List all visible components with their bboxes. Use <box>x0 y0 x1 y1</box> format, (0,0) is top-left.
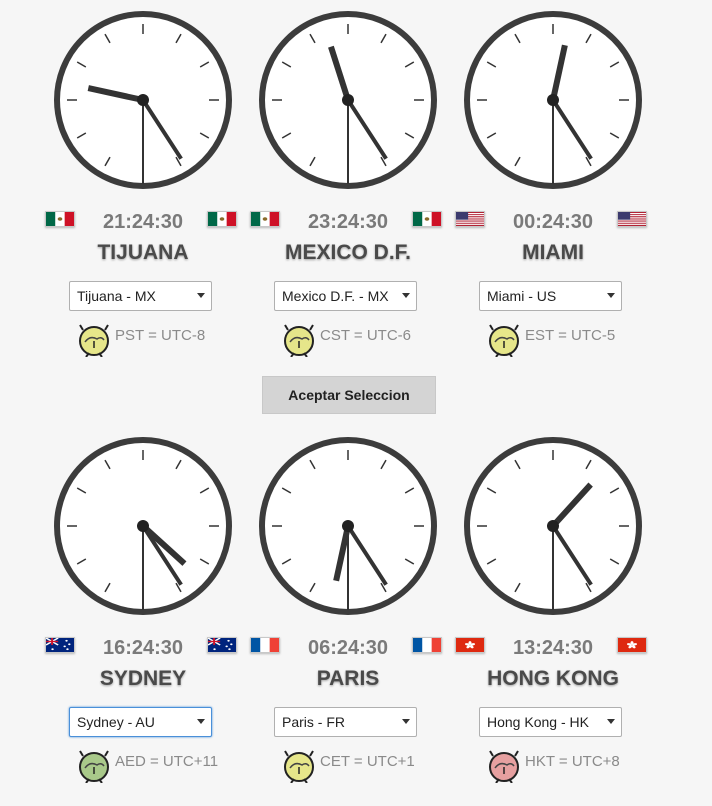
clock-center <box>342 520 354 532</box>
city-select-value: Sydney - AU <box>77 714 155 730</box>
city-select-value: Mexico D.F. - MX <box>282 288 389 304</box>
city-select-value: Hong Kong - HK <box>487 714 589 730</box>
flag-icon <box>412 211 442 227</box>
clock-center <box>547 94 559 106</box>
city-select[interactable]: Mexico D.F. - MX <box>274 281 417 311</box>
analog-clock <box>464 11 642 189</box>
clocks-row-bottom: 16:24:30 SYDNEY Sydney - AU AED = UTC+11… <box>0 426 712 806</box>
clock-card-miami: 00:24:30 MIAMI Miami - US EST = UTC-5 <box>455 0 666 380</box>
timezone-icon <box>79 750 109 783</box>
city-name: PARIS <box>316 667 380 690</box>
city-name: SYDNEY <box>99 667 187 690</box>
chevron-down-icon <box>402 719 410 724</box>
flag-icon <box>207 211 237 227</box>
city-name: TIJUANA <box>97 241 189 264</box>
timezone-label: CET = UTC+1 <box>320 753 415 770</box>
timezone-label: CST = UTC-6 <box>320 327 411 344</box>
timezone-icon <box>79 324 109 357</box>
chevron-down-icon <box>197 719 205 724</box>
clock-center <box>137 520 149 532</box>
timezone-icon <box>284 750 314 783</box>
chevron-down-icon <box>197 293 205 298</box>
timezone-icon <box>284 324 314 357</box>
analog-clock <box>54 11 232 189</box>
analog-clock <box>54 437 232 615</box>
clock-card-paris: 06:24:30 PARIS Paris - FR CET = UTC+1 <box>250 426 461 806</box>
analog-clock <box>464 437 642 615</box>
analog-clock <box>259 11 437 189</box>
clock-card-tijuana: 21:24:30 TIJUANA Tijuana - MX PST = UTC-… <box>45 0 256 380</box>
mexico-flag-icon <box>208 212 236 226</box>
mexico-flag-icon <box>413 212 441 226</box>
clock-center <box>137 94 149 106</box>
chevron-down-icon <box>402 293 410 298</box>
city-name: HONG KONG <box>487 667 619 690</box>
clock-card-mexico-df: 23:24:30 MEXICO D.F. Mexico D.F. - MX CS… <box>250 0 461 380</box>
analog-clock <box>259 437 437 615</box>
hongkong-flag-icon <box>618 638 646 652</box>
clock-card-sydney: 16:24:30 SYDNEY Sydney - AU AED = UTC+11 <box>45 426 256 806</box>
clock-center <box>342 94 354 106</box>
city-select[interactable]: Sydney - AU <box>69 707 212 737</box>
timezone-label: HKT = UTC+8 <box>525 753 620 770</box>
city-select-value: Tijuana - MX <box>77 288 156 304</box>
flag-icon <box>412 637 442 653</box>
city-name: MIAMI <box>522 241 584 264</box>
timezone-label: AED = UTC+11 <box>115 753 219 770</box>
flag-icon <box>617 211 647 227</box>
city-select-value: Paris - FR <box>282 714 345 730</box>
city-name: MEXICO D.F. <box>284 241 411 264</box>
timezone-label: PST = UTC-8 <box>115 327 206 344</box>
chevron-down-icon <box>607 719 615 724</box>
usa-flag-icon <box>618 212 646 226</box>
flag-icon <box>617 637 647 653</box>
accept-selection-button[interactable]: Aceptar Seleccion <box>262 376 436 414</box>
city-select[interactable]: Paris - FR <box>274 707 417 737</box>
clock-card-hong-kong: 13:24:30 HONG KONG Hong Kong - HK HKT = … <box>455 426 666 806</box>
clocks-row-top: 21:24:30 TIJUANA Tijuana - MX PST = UTC-… <box>0 0 712 380</box>
timezone-icon <box>489 324 519 357</box>
city-select-value: Miami - US <box>487 288 557 304</box>
australia-flag-icon <box>208 638 236 652</box>
clock-center <box>547 520 559 532</box>
timezone-icon <box>489 750 519 783</box>
city-select[interactable]: Hong Kong - HK <box>479 707 622 737</box>
city-select[interactable]: Miami - US <box>479 281 622 311</box>
france-flag-icon <box>413 638 441 652</box>
flag-icon <box>207 637 237 653</box>
timezone-label: EST = UTC-5 <box>525 327 616 344</box>
city-select[interactable]: Tijuana - MX <box>69 281 212 311</box>
chevron-down-icon <box>607 293 615 298</box>
